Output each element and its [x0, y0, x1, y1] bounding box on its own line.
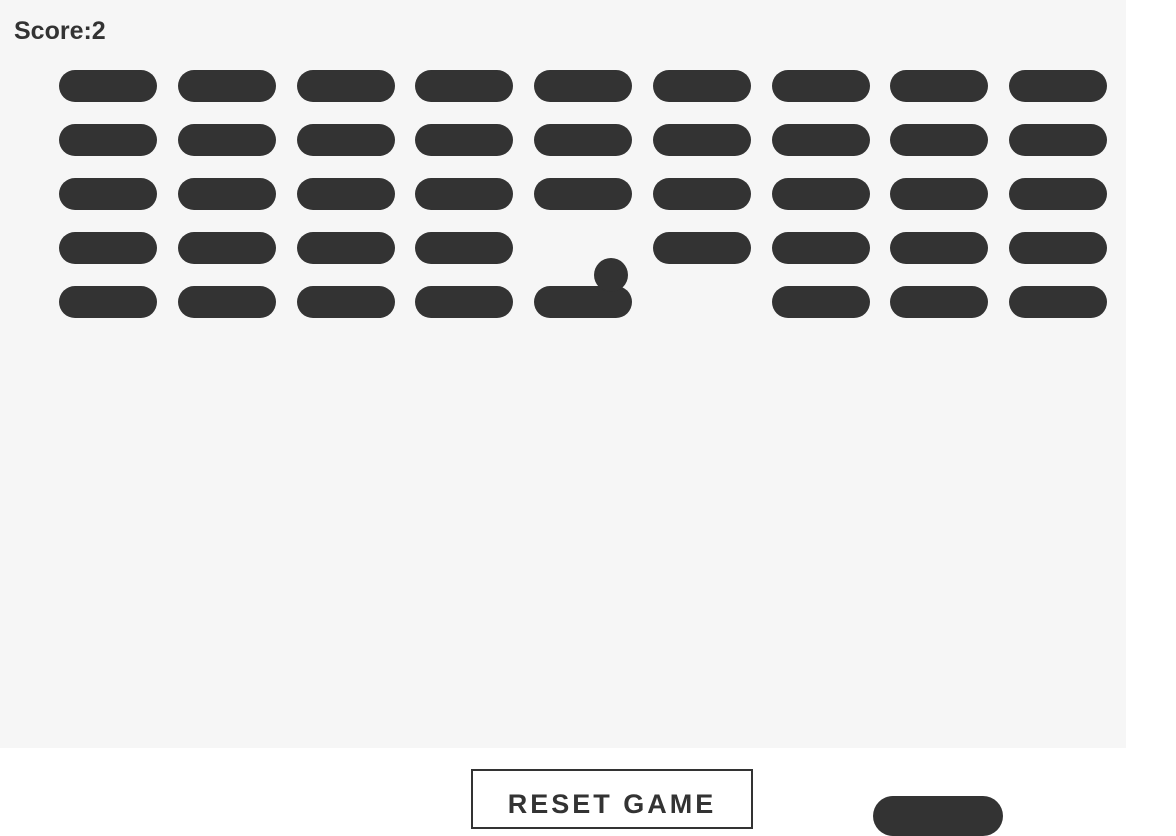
brick — [772, 178, 870, 210]
brick — [534, 124, 632, 156]
brick — [1009, 232, 1107, 264]
brick — [653, 124, 751, 156]
game-canvas — [0, 0, 1126, 748]
brick — [890, 286, 988, 318]
brick — [297, 124, 395, 156]
brick — [178, 286, 276, 318]
score-label: Score:2 — [14, 17, 106, 45]
brick — [297, 286, 395, 318]
brick — [653, 70, 751, 102]
brick — [1009, 178, 1107, 210]
ball — [594, 258, 628, 292]
brick — [534, 70, 632, 102]
brick — [59, 124, 157, 156]
brick — [890, 232, 988, 264]
brick — [59, 232, 157, 264]
brick — [178, 70, 276, 102]
brick — [1009, 286, 1107, 318]
brick — [178, 178, 276, 210]
brick — [415, 124, 513, 156]
brick — [297, 178, 395, 210]
brick — [415, 286, 513, 318]
brick — [772, 232, 870, 264]
paddle[interactable] — [873, 796, 1003, 836]
brick — [178, 232, 276, 264]
brick — [297, 70, 395, 102]
brick — [772, 70, 870, 102]
brick — [415, 178, 513, 210]
brick — [534, 178, 632, 210]
brick — [890, 124, 988, 156]
brick — [653, 178, 751, 210]
brick — [890, 70, 988, 102]
brick — [772, 286, 870, 318]
brick — [415, 232, 513, 264]
brick — [534, 286, 632, 318]
reset-game-button[interactable]: RESET GAME — [471, 769, 753, 829]
brick — [297, 232, 395, 264]
brick — [653, 232, 751, 264]
brick — [59, 178, 157, 210]
brick — [890, 178, 988, 210]
brick — [178, 124, 276, 156]
brick — [59, 286, 157, 318]
brick — [1009, 70, 1107, 102]
brick — [1009, 124, 1107, 156]
brick — [59, 70, 157, 102]
brick — [415, 70, 513, 102]
brick — [772, 124, 870, 156]
